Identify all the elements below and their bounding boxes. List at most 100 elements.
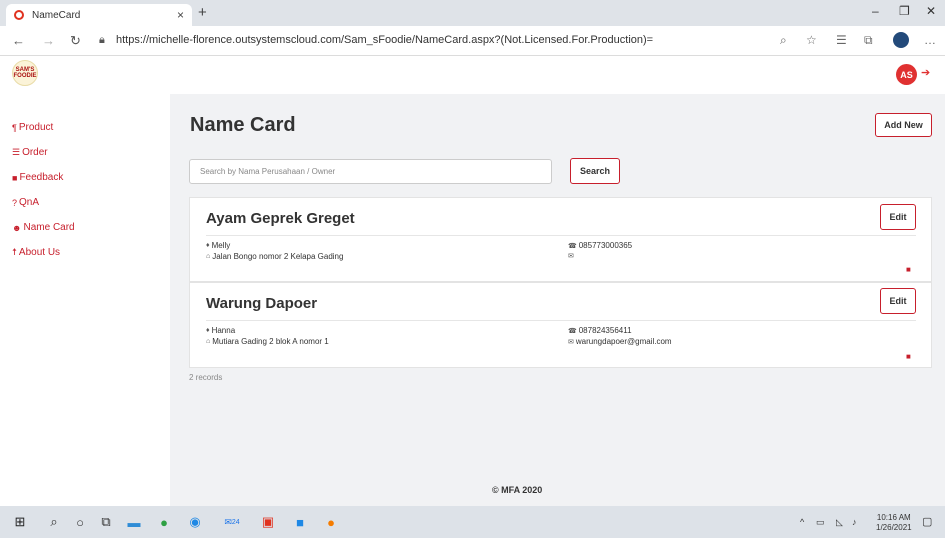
- phone-text: 087824356411: [578, 326, 632, 335]
- logout-icon[interactable]: ➔: [921, 66, 930, 79]
- address-bar: ← → ↻ 🔒︎ https://michelle-florence.outsy…: [0, 26, 945, 56]
- person-icon: ♦: [206, 242, 210, 249]
- email-row: ✉: [568, 252, 576, 260]
- cutlery-icon: ¶: [12, 122, 17, 133]
- mail-icon[interactable]: ✉ 24: [218, 514, 246, 530]
- edge-icon[interactable]: ◉: [187, 514, 203, 530]
- search-input[interactable]: Search by Nama Perusahaan / Owner: [189, 159, 552, 184]
- sidebar-item-name-card[interactable]: ☻ Name Card: [12, 222, 75, 233]
- owner-row: ♦ Hanna: [206, 326, 235, 335]
- search-button[interactable]: Search: [570, 158, 620, 184]
- app-header: [0, 56, 945, 94]
- owner-row: ♦ Melly: [206, 241, 230, 250]
- mail-badge: 24: [231, 518, 240, 526]
- question-icon: ?: [12, 197, 18, 208]
- refresh-icon[interactable]: ↻: [70, 33, 81, 49]
- opera-icon[interactable]: ▣: [260, 514, 276, 530]
- sidebar-item-label: Product: [18, 122, 54, 133]
- users-icon: ☻: [12, 222, 22, 233]
- collections-icon[interactable]: ⧉: [864, 33, 873, 48]
- tray-chevron-icon[interactable]: ^: [800, 517, 804, 527]
- sidebar-item-label: About Us: [18, 247, 61, 258]
- sidebar-item-qna[interactable]: ? QnA: [12, 197, 39, 208]
- maximize-button[interactable]: ❐: [899, 4, 910, 18]
- browser-tab-bar: NameCard × + – ❐ ✕: [0, 0, 945, 26]
- add-new-button[interactable]: Add New: [875, 113, 932, 137]
- phone-row: ☎ 085773000365: [568, 241, 632, 250]
- opera-icon: [14, 10, 24, 20]
- address-row: ⌂ Jalan Bongo nomor 2 Kelapa Gading: [206, 252, 343, 261]
- app-icon[interactable]: ■: [292, 514, 308, 530]
- network-icon[interactable]: ◺: [836, 517, 843, 528]
- phone-row: ☎ 087824356411: [568, 326, 632, 335]
- task-view-icon[interactable]: ⧉: [98, 514, 114, 530]
- trash-icon[interactable]: ■: [906, 352, 911, 361]
- name-card: Warung Dapoer Edit ♦ Hanna ⌂ Mutiara Gad…: [189, 282, 932, 368]
- clock[interactable]: 10:16 AM 1/26/2021: [876, 513, 912, 533]
- back-icon[interactable]: ←: [12, 33, 25, 48]
- new-tab-button[interactable]: +: [198, 4, 207, 21]
- address-text: Jalan Bongo nomor 2 Kelapa Gading: [212, 252, 344, 261]
- card-divider: [206, 235, 916, 236]
- email-row: ✉ warungdapoer@gmail.com: [568, 337, 672, 346]
- envelope-icon: ✉: [568, 338, 574, 346]
- lock-icon[interactable]: 🔒︎: [99, 34, 105, 47]
- company-name: Ayam Geprek Greget: [206, 210, 355, 227]
- home-icon: ⌂: [206, 253, 211, 260]
- sidebar-item-label: Feedback: [19, 172, 64, 183]
- app-logo[interactable]: SAM'S FOODIE: [12, 60, 38, 86]
- edit-button[interactable]: Edit: [880, 204, 916, 230]
- more-icon[interactable]: …: [924, 33, 936, 47]
- profile-icon[interactable]: [893, 32, 909, 48]
- file-explorer-icon[interactable]: ▬: [126, 514, 142, 530]
- home-icon: ⌂: [206, 338, 211, 345]
- firefox-icon[interactable]: ●: [323, 514, 339, 530]
- minimize-button[interactable]: –: [872, 4, 879, 18]
- battery-icon[interactable]: ▭: [816, 517, 825, 528]
- sidebar-item-feedback[interactable]: ■ Feedback: [12, 172, 63, 183]
- user-avatar[interactable]: AS: [896, 64, 917, 85]
- close-tab-button[interactable]: ×: [177, 8, 184, 22]
- owner-name: Melly: [211, 241, 231, 250]
- cortana-icon[interactable]: ○: [72, 514, 88, 530]
- zoom-icon[interactable]: ⌕: [780, 33, 787, 48]
- sidebar-item-product[interactable]: ¶ Product: [12, 122, 53, 133]
- notifications-icon[interactable]: ▢: [922, 515, 932, 528]
- windows-start-icon[interactable]: ⊞: [12, 514, 28, 530]
- sidebar-item-label: QnA: [19, 197, 40, 208]
- close-window-button[interactable]: ✕: [926, 4, 936, 18]
- person-icon: ♦: [206, 327, 210, 334]
- envelope-icon: ✉: [568, 253, 574, 260]
- comment-icon: ■: [12, 172, 18, 183]
- name-card: Ayam Geprek Greget Edit ♦ Melly ⌂ Jalan …: [189, 197, 932, 282]
- person-icon: ☨: [12, 247, 17, 257]
- chrome-icon[interactable]: ●: [156, 514, 172, 530]
- list-icon: ☰: [12, 147, 21, 157]
- taskbar: ⊞ ⌕ ○ ⧉ ▬ ● ◉ ✉ 24 ▣ ■ ● ^ ▭ ◺ ♪ 10:16 AM…: [0, 506, 945, 538]
- owner-name: Hanna: [211, 326, 236, 335]
- volume-icon[interactable]: ♪: [852, 517, 857, 527]
- card-divider: [206, 320, 916, 321]
- clock-date: 1/26/2021: [876, 523, 912, 532]
- phone-icon: ☎: [568, 242, 577, 250]
- trash-icon[interactable]: ■: [906, 265, 911, 274]
- tab-title: NameCard: [32, 9, 81, 21]
- phone-text: 085773000365: [578, 241, 633, 250]
- url-field[interactable]: https://michelle-florence.outsystemsclou…: [116, 34, 653, 46]
- edit-button[interactable]: Edit: [880, 288, 916, 314]
- footer-text: © MFA 2020: [492, 485, 543, 495]
- sidebar-item-label: Name Card: [23, 222, 75, 233]
- company-name: Warung Dapoer: [206, 295, 318, 312]
- sidebar-item-label: Order: [22, 147, 48, 158]
- favorites-list-icon[interactable]: ☰: [836, 33, 847, 47]
- forward-icon[interactable]: →: [42, 33, 55, 48]
- sidebar-item-order[interactable]: ☰ Order: [12, 147, 48, 158]
- page-title: Name Card: [190, 114, 296, 136]
- phone-icon: ☎: [568, 327, 577, 335]
- browser-tab[interactable]: NameCard ×: [6, 4, 192, 26]
- favorite-icon[interactable]: ☆: [806, 33, 817, 47]
- records-count: 2 records: [189, 373, 223, 382]
- search-icon[interactable]: ⌕: [46, 514, 62, 530]
- sidebar-item-about-us[interactable]: ☨ About Us: [12, 247, 60, 258]
- clock-time: 10:16 AM: [876, 513, 911, 522]
